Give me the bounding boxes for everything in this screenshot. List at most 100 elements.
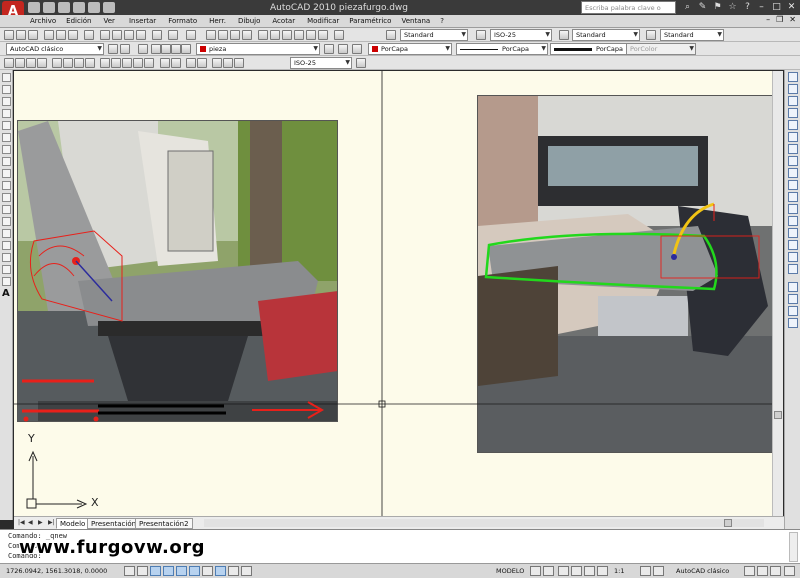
copy-icon[interactable] bbox=[112, 30, 122, 40]
tool-palettes-icon[interactable] bbox=[282, 30, 292, 40]
quickcalc-icon[interactable] bbox=[318, 30, 328, 40]
continue-dim-icon[interactable] bbox=[122, 58, 132, 68]
model-space-toggle[interactable]: MODELO bbox=[496, 567, 524, 575]
polar-toggle-icon[interactable] bbox=[163, 566, 174, 576]
tool-icon[interactable] bbox=[120, 44, 130, 54]
construction-line-icon[interactable] bbox=[2, 85, 11, 94]
menu-help[interactable]: ? bbox=[440, 15, 444, 27]
table-icon[interactable] bbox=[2, 277, 11, 286]
radius-dim-icon[interactable] bbox=[52, 58, 62, 68]
ellipse-arc-icon[interactable] bbox=[2, 193, 11, 202]
doc-close-icon[interactable]: ✕ bbox=[789, 15, 796, 27]
revision-cloud-icon[interactable] bbox=[2, 157, 11, 166]
osnap-toggle-icon[interactable] bbox=[176, 566, 187, 576]
plot-icon[interactable] bbox=[103, 2, 115, 13]
stretch-icon[interactable] bbox=[788, 168, 798, 178]
open-file-icon[interactable] bbox=[43, 2, 55, 13]
menu-ver[interactable]: Ver bbox=[104, 15, 115, 27]
sheet-set-icon[interactable] bbox=[294, 30, 304, 40]
fillet-icon[interactable] bbox=[788, 252, 798, 262]
quick-view-layouts-icon[interactable] bbox=[530, 566, 541, 576]
move-icon[interactable] bbox=[788, 132, 798, 142]
otrack-toggle-icon[interactable] bbox=[189, 566, 200, 576]
menu-formato[interactable]: Formato bbox=[168, 15, 197, 27]
offset-icon[interactable] bbox=[788, 108, 798, 118]
dim-text-edit-icon[interactable] bbox=[223, 58, 233, 68]
menu-archivo[interactable]: Archivo bbox=[30, 15, 56, 27]
undo-icon[interactable] bbox=[73, 2, 85, 13]
ellipse-icon[interactable] bbox=[2, 181, 11, 190]
yellow-motion-arc[interactable] bbox=[672, 202, 715, 255]
red-endpoint-left[interactable] bbox=[23, 416, 29, 422]
dim-space-icon[interactable] bbox=[133, 58, 143, 68]
blue-pivot-point[interactable] bbox=[671, 254, 677, 260]
clean-screen-icon[interactable] bbox=[784, 566, 795, 576]
autoscale-icon[interactable] bbox=[653, 566, 664, 576]
help-icon[interactable]: ? bbox=[742, 2, 753, 13]
redo-icon[interactable] bbox=[186, 30, 196, 40]
next-tab-icon[interactable]: ▶ bbox=[38, 519, 45, 527]
preview-icon[interactable] bbox=[56, 30, 66, 40]
grid-toggle-icon[interactable] bbox=[137, 566, 148, 576]
save-icon[interactable] bbox=[28, 30, 38, 40]
make-current-layer-icon[interactable] bbox=[324, 44, 334, 54]
annotation-scale[interactable]: 1:1 bbox=[614, 567, 624, 575]
ordinate-dim-icon[interactable] bbox=[37, 58, 47, 68]
angular-dim-icon[interactable] bbox=[85, 58, 95, 68]
open-icon[interactable] bbox=[16, 30, 26, 40]
inspection-icon[interactable] bbox=[186, 58, 196, 68]
insert-block-icon[interactable] bbox=[2, 205, 11, 214]
cut-icon[interactable] bbox=[100, 30, 110, 40]
dim-edit-icon[interactable] bbox=[212, 58, 222, 68]
multiline-text-icon[interactable]: A bbox=[2, 289, 11, 299]
command-scrollbar[interactable] bbox=[789, 532, 798, 562]
vertical-scroll-thumb[interactable] bbox=[774, 411, 782, 419]
quick-properties-toggle-icon[interactable] bbox=[241, 566, 252, 576]
make-block-icon[interactable] bbox=[2, 217, 11, 226]
dim-style-select[interactable]: ISO-25 ▼ bbox=[490, 29, 552, 41]
dim-update-icon[interactable] bbox=[234, 58, 244, 68]
menu-herr[interactable]: Herr. bbox=[209, 15, 226, 27]
menu-ventana[interactable]: Ventana bbox=[401, 15, 430, 27]
ortho-toggle-icon[interactable] bbox=[150, 566, 161, 576]
text-front-icon[interactable] bbox=[788, 318, 798, 328]
ducs-toggle-icon[interactable] bbox=[202, 566, 213, 576]
dyn-toggle-icon[interactable] bbox=[215, 566, 226, 576]
baseline-dim-icon[interactable] bbox=[111, 58, 121, 68]
diameter-dim-icon[interactable] bbox=[74, 58, 84, 68]
zoom-status-icon[interactable] bbox=[571, 566, 582, 576]
search-input[interactable]: Escriba palabra clave o frase bbox=[581, 1, 676, 25]
quick-dim-icon[interactable] bbox=[100, 58, 110, 68]
multileader-style-select[interactable]: Standard ▼ bbox=[660, 29, 724, 41]
menu-parametrico[interactable]: Paramétrico bbox=[349, 15, 391, 27]
markup-icon[interactable] bbox=[306, 30, 316, 40]
polygon-icon[interactable] bbox=[2, 109, 11, 118]
paste-icon[interactable] bbox=[124, 30, 134, 40]
erase-icon[interactable] bbox=[788, 72, 798, 82]
menu-dibujo[interactable]: Dibujo bbox=[238, 15, 260, 27]
green-seat-outline[interactable] bbox=[484, 232, 718, 291]
circle-icon[interactable] bbox=[2, 145, 11, 154]
table-style-select[interactable]: Standard ▼ bbox=[572, 29, 640, 41]
subscription-icon[interactable]: ✎ bbox=[697, 2, 708, 13]
arc-icon[interactable] bbox=[2, 133, 11, 142]
workspace-settings-icon[interactable] bbox=[108, 44, 118, 54]
layer-properties-icon[interactable] bbox=[138, 44, 148, 54]
doc-minimize-icon[interactable]: – bbox=[766, 15, 770, 27]
maximize-icon[interactable]: □ bbox=[770, 1, 783, 14]
jogged-linear-icon[interactable] bbox=[197, 58, 207, 68]
snap-toggle-icon[interactable] bbox=[124, 566, 135, 576]
tab-modelo[interactable]: Modelo bbox=[56, 518, 90, 529]
scale-icon[interactable] bbox=[788, 156, 798, 166]
chamfer-icon[interactable] bbox=[788, 240, 798, 250]
new-icon[interactable] bbox=[4, 30, 14, 40]
prev-tab-icon[interactable]: ◀ bbox=[28, 519, 35, 527]
linetype-select[interactable]: PorCapa ▼ bbox=[456, 43, 548, 55]
dim-style-select-2[interactable]: ISO-25 ▼ bbox=[290, 57, 352, 69]
line-icon[interactable] bbox=[2, 73, 11, 82]
communication-icon[interactable]: ⚑ bbox=[712, 2, 723, 13]
polyline-icon[interactable] bbox=[2, 97, 11, 106]
publish-icon[interactable] bbox=[68, 30, 78, 40]
red-bracket-outline[interactable] bbox=[29, 230, 123, 322]
pan-icon[interactable] bbox=[206, 30, 216, 40]
